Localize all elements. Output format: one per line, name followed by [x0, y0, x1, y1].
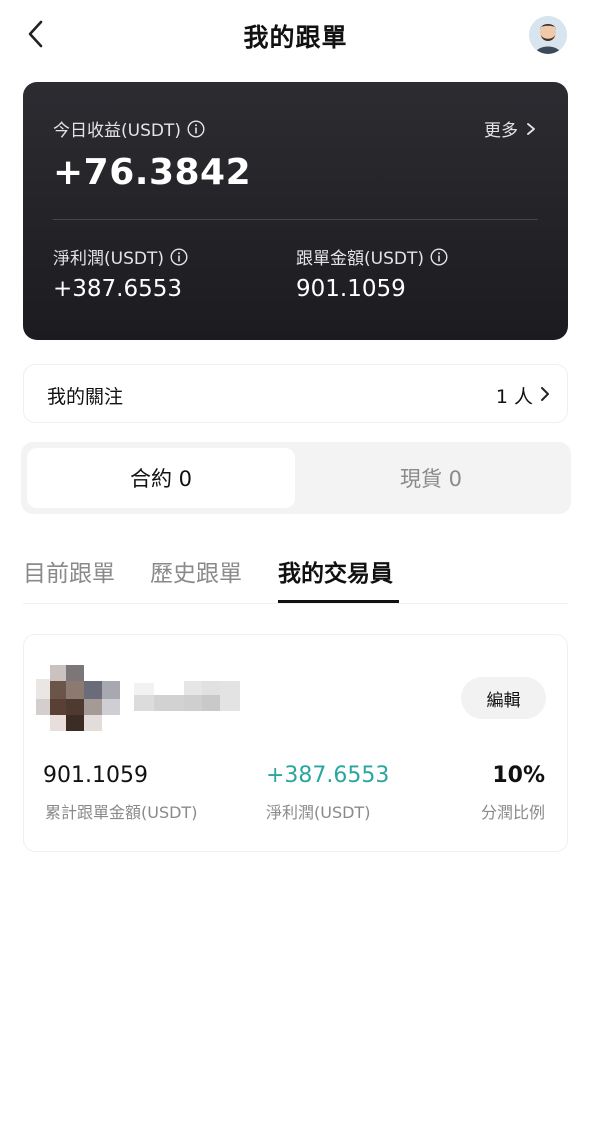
trader-card: 編輯 901.1059 累計跟單金額(USDT) +387.6553 淨利潤(U… [23, 634, 568, 852]
trader-name-redacted [134, 681, 240, 711]
cumulative-copy-amount-value: 901.1059 [43, 763, 148, 788]
info-icon[interactable] [187, 119, 205, 138]
segment-tab-futures[interactable]: 合約 0 [27, 448, 295, 508]
trader-avatar [36, 665, 120, 731]
chevron-right-icon [527, 122, 535, 135]
net-profit-label: 淨利潤(USDT) [53, 249, 164, 269]
my-following-row[interactable]: 我的關注 1 人 [23, 364, 568, 423]
tabs-divider [23, 603, 568, 604]
following-count: 1 人 [495, 386, 533, 408]
net-profit-value: +387.6553 [53, 276, 183, 302]
earnings-summary-card: 今日收益(USDT) 更多 +76.3842 淨利潤(USDT) +387.65… [23, 82, 568, 340]
market-segment-control: 合約 0 現貨 0 [21, 442, 571, 514]
trader-net-profit-value: +387.6553 [266, 763, 390, 788]
today-earnings-label: 今日收益(USDT) [53, 121, 181, 141]
my-following-label: 我的關注 [47, 386, 124, 408]
info-icon[interactable] [170, 247, 188, 266]
more-link[interactable]: 更多 [484, 116, 538, 141]
segment-tab-spot[interactable]: 現貨 0 [297, 448, 565, 508]
chevron-right-icon [541, 387, 549, 401]
tab-current-copies[interactable]: 目前跟單 [23, 554, 115, 588]
today-earnings-label-row: 今日收益(USDT) [53, 116, 205, 141]
tab-my-traders[interactable]: 我的交易員 [278, 554, 393, 588]
card-divider [53, 219, 538, 220]
user-avatar-icon [529, 16, 567, 54]
info-icon[interactable] [430, 247, 448, 266]
header: 我的跟單 [0, 0, 591, 70]
avatar[interactable] [529, 16, 567, 54]
cumulative-copy-amount-label: 累計跟單金額(USDT) [45, 803, 198, 822]
copy-amount-label-row: 跟單金額(USDT) [296, 244, 448, 269]
edit-button[interactable]: 編輯 [461, 677, 546, 719]
copy-amount-value: 901.1059 [296, 276, 406, 302]
profit-share-ratio-value: 10% [492, 763, 545, 788]
profit-share-ratio-label: 分潤比例 [480, 803, 545, 822]
today-earnings-value: +76.3842 [53, 152, 252, 193]
page-title: 我的跟單 [243, 23, 348, 52]
copy-amount-label: 跟單金額(USDT) [296, 249, 424, 269]
net-profit-label-row: 淨利潤(USDT) [53, 244, 188, 269]
tab-copy-history[interactable]: 歷史跟單 [150, 554, 242, 588]
more-label: 更多 [484, 121, 518, 141]
trader-net-profit-label: 淨利潤(USDT) [266, 803, 371, 822]
copy-trade-tabs: 目前跟單 歷史跟單 我的交易員 [0, 550, 591, 604]
